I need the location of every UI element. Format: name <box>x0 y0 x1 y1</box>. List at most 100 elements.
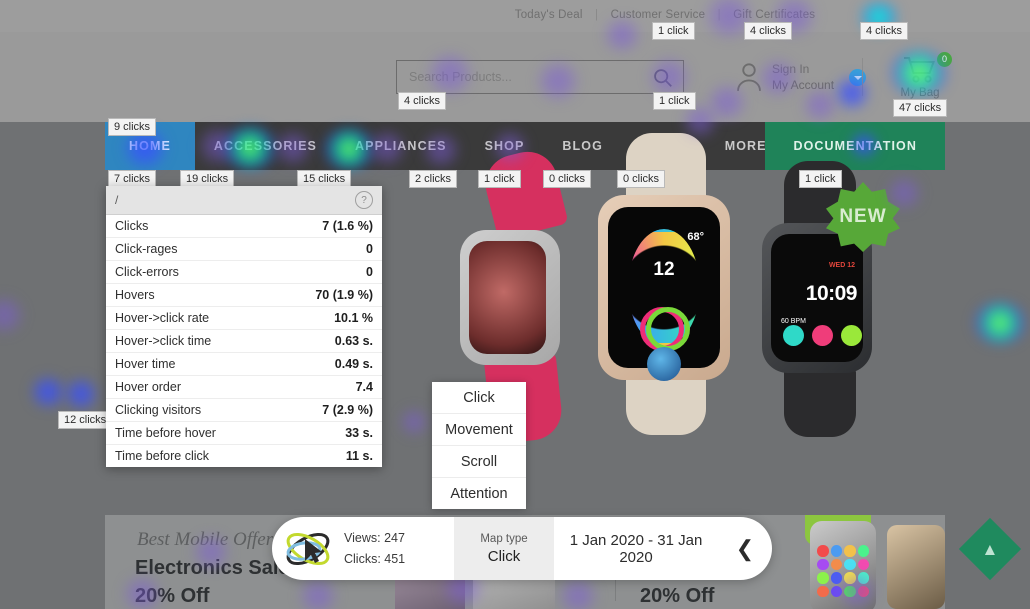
click-badge: 0 clicks <box>543 170 592 188</box>
view-click-stats: Views: 247 Clicks: 451 <box>344 528 454 570</box>
clicks-count: Clicks: 451 <box>344 551 406 566</box>
watch-gold: 68° 12 <box>598 195 730 381</box>
documentation-button[interactable]: DOCUMENTATION <box>765 122 945 170</box>
sign-in-label[interactable]: Sign In <box>772 61 834 77</box>
stats-key: Time before hover <box>115 426 216 440</box>
stats-key: Hovers <box>115 288 155 302</box>
chevron-down-icon[interactable] <box>849 68 867 86</box>
stats-row: Clicks 7 (1.6 %) <box>106 215 382 238</box>
promo-thumb-watch-b <box>887 525 945 609</box>
map-type-value: Click <box>487 547 521 565</box>
stats-row: Time before click 11 s. <box>106 445 382 467</box>
search-input[interactable]: Search Products... <box>396 60 684 94</box>
map-type-option-click[interactable]: Click <box>432 382 526 414</box>
promo-subtitle: 20% Off <box>135 585 210 607</box>
map-type-option-movement[interactable]: Movement <box>432 414 526 446</box>
stats-key: Hover->click rate <box>115 311 210 325</box>
stats-value: 7 (2.9 %) <box>322 403 373 417</box>
stats-key: Hover order <box>115 380 181 394</box>
help-icon[interactable]: ? <box>355 191 373 209</box>
stats-row: Hover time 0.49 s. <box>106 353 382 376</box>
click-badge: 9 clicks <box>108 118 157 136</box>
nav-item-appliances[interactable]: APPLIANCES <box>336 122 466 170</box>
watch-band <box>626 373 706 435</box>
click-badge: 1 click <box>653 92 696 110</box>
stats-row: Hovers 70 (1.9 %) <box>106 284 382 307</box>
user-icon <box>735 62 763 92</box>
stats-value: 0 <box>366 242 373 256</box>
map-type-selector[interactable]: Map type Click <box>454 517 554 580</box>
click-badge: 4 clicks <box>744 22 793 40</box>
watch-black: WED 12 10:09 60 BPM <box>762 223 872 373</box>
element-stats-panel: / ? Clicks 7 (1.6 %) Click-rages 0 Click-e… <box>106 186 382 467</box>
map-type-option-scroll[interactable]: Scroll <box>432 446 526 478</box>
views-count: Views: 247 <box>344 530 405 545</box>
nav-item-accessories[interactable]: ACCESSORIES <box>195 122 336 170</box>
my-bag-label: My Bag <box>900 87 940 99</box>
stats-key: Clicks <box>115 219 149 233</box>
stats-row: Click-rages 0 <box>106 238 382 261</box>
cursor-atom-icon[interactable] <box>272 525 344 573</box>
stats-row: Time before hover 33 s. <box>106 422 382 445</box>
stats-value: 10.1 % <box>334 311 373 325</box>
stats-value: 33 s. <box>345 426 373 440</box>
promo-title: Electronics Sale <box>135 557 290 579</box>
screenshot-stage: Today's Deal | Customer Service | Gift C… <box>0 0 1030 609</box>
stats-row: Hover order 7.4 <box>106 376 382 399</box>
bag-count-badge: 0 <box>937 52 952 67</box>
click-badge: 4 clicks <box>860 22 909 40</box>
stats-value: 7.4 <box>355 380 373 394</box>
click-badge: 0 clicks <box>617 170 666 188</box>
stats-value: 0.49 s. <box>334 357 373 371</box>
link-separator: | <box>717 9 721 21</box>
search-placeholder: Search Products... <box>409 70 512 84</box>
stats-row: Click-errors 0 <box>106 261 382 284</box>
stats-key: Click-errors <box>115 265 179 279</box>
my-account-label[interactable]: My Account <box>772 77 834 93</box>
shopping-cart-icon: 0 <box>903 52 952 84</box>
watch-band <box>784 367 856 437</box>
my-bag-button[interactable]: 0 My Bag <box>890 52 952 99</box>
watch-silver <box>460 230 560 365</box>
promo-subtitle-right: 20% Off <box>640 585 715 607</box>
stats-value: 0 <box>366 265 373 279</box>
stats-value: 70 (1.9 %) <box>315 288 373 302</box>
map-type-label: Map type <box>480 532 528 545</box>
stats-value: 7 (1.6 %) <box>322 219 373 233</box>
stats-row: Hover->click rate 10.1 % <box>106 307 382 330</box>
click-badge: 4 clicks <box>398 92 447 110</box>
heatmap-control-bar: Views: 247 Clicks: 451 Map type Click 1 … <box>272 517 772 580</box>
date-range-selector[interactable]: 1 Jan 2020 - 31 Jan 2020 <box>554 532 718 566</box>
stats-value: 11 s. <box>345 449 373 463</box>
account-text: Sign In My Account <box>772 61 834 93</box>
link-customer-service[interactable]: Customer Service <box>611 9 706 21</box>
stats-key: Time before click <box>115 449 210 463</box>
stats-panel-header: / ? <box>106 186 382 215</box>
stats-key: Hover->click time <box>115 334 212 348</box>
link-gift-certificates[interactable]: Gift Certificates <box>733 9 815 21</box>
click-badge: 2 clicks <box>409 170 458 188</box>
map-type-option-attention[interactable]: Attention <box>432 478 526 509</box>
stats-value: 0.63 s. <box>334 334 373 348</box>
stats-key: Clicking visitors <box>115 403 202 417</box>
promo-script-text: Best Mobile Offer <box>137 529 274 550</box>
map-type-dropdown: Click Movement Scroll Attention <box>432 382 526 509</box>
promo-app-grid <box>817 545 869 597</box>
search-icon[interactable] <box>652 67 673 88</box>
nav-item-blog[interactable]: BLOG <box>543 122 622 170</box>
link-separator: | <box>595 9 599 21</box>
click-badge: 47 clicks <box>893 99 948 117</box>
stats-row: Hover->click time 0.63 s. <box>106 330 382 353</box>
arrow-up-icon: ▲ <box>981 539 999 559</box>
click-badge: 1 click <box>478 170 521 188</box>
link-todays-deal[interactable]: Today's Deal <box>515 9 583 21</box>
account-area[interactable]: Sign In My Account <box>735 61 867 93</box>
click-badge: 12 clicks <box>58 411 113 429</box>
utility-links: Today's Deal | Customer Service | Gift C… <box>0 9 1030 21</box>
stats-panel-url: / <box>115 193 119 207</box>
stats-key: Hover time <box>115 357 176 371</box>
click-badge: 1 click <box>652 22 695 40</box>
stats-key: Click-rages <box>115 242 178 256</box>
header-divider <box>862 58 863 96</box>
chevron-left-icon[interactable]: ❮ <box>718 536 772 562</box>
